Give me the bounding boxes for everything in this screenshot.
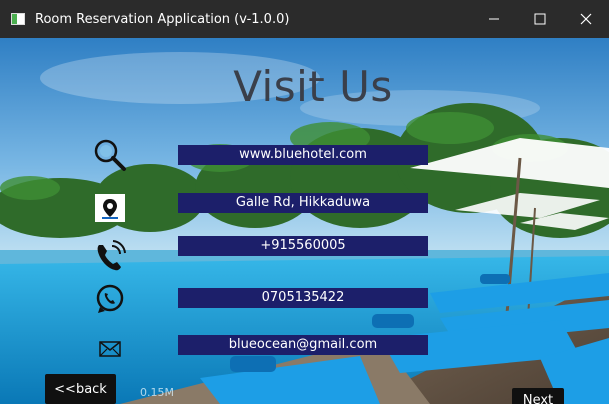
next-button[interactable]: Next bbox=[512, 388, 564, 404]
maximize-button[interactable] bbox=[517, 0, 563, 38]
app-window: Room Reservation Application (v-1.0.0) 0… bbox=[0, 0, 609, 404]
title-bar: Room Reservation Application (v-1.0.0) bbox=[0, 0, 609, 38]
map-pin-icon-box bbox=[95, 194, 125, 222]
mail-icon bbox=[99, 341, 121, 357]
minimize-button[interactable] bbox=[471, 0, 517, 38]
website-field[interactable]: www.bluehotel.com bbox=[178, 145, 428, 165]
phone-field[interactable]: +915560005 bbox=[178, 236, 428, 256]
window-title: Room Reservation Application (v-1.0.0) bbox=[35, 11, 290, 27]
window-controls bbox=[471, 0, 609, 38]
whatsapp-icon bbox=[96, 284, 124, 313]
app-icon bbox=[11, 13, 25, 25]
whatsapp-field[interactable]: 0705135422 bbox=[178, 288, 428, 308]
maximize-icon bbox=[534, 13, 546, 25]
page-title: Visit Us bbox=[233, 62, 393, 111]
mail-icon-box bbox=[98, 340, 122, 358]
phone-icon bbox=[97, 240, 126, 271]
close-icon bbox=[580, 13, 592, 25]
search-icon bbox=[94, 139, 126, 171]
close-button[interactable] bbox=[563, 0, 609, 38]
search-icon-box bbox=[92, 138, 128, 172]
address-field[interactable]: Galle Rd, Hikkaduwa bbox=[178, 193, 428, 213]
minimize-icon bbox=[489, 18, 499, 20]
email-field[interactable]: blueocean@gmail.com bbox=[178, 335, 428, 355]
svg-text:0.15M: 0.15M bbox=[140, 386, 174, 399]
phone-icon-box bbox=[92, 238, 128, 274]
map-pin-icon bbox=[102, 199, 118, 219]
back-button[interactable]: <<back bbox=[45, 374, 116, 404]
visit-us-panel: 0.15M Visit Us www.bluehotel.com Galle R… bbox=[0, 38, 609, 404]
whatsapp-icon-box bbox=[93, 282, 127, 316]
